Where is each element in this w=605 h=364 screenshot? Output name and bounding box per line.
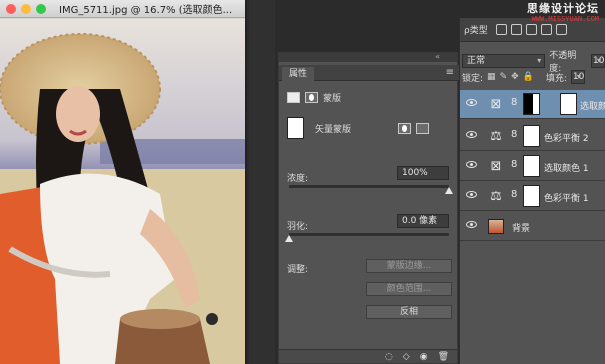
layer-mask-thumbnail[interactable] — [523, 155, 540, 177]
layer-row[interactable]: ⊠ 8 选取颜色 — [460, 90, 605, 119]
layer-mask-thumbnail[interactable] — [523, 93, 540, 115]
layer-name[interactable]: 背景 — [512, 221, 530, 234]
feather-slider[interactable] — [285, 233, 449, 242]
link-chain-icon[interactable]: 8 — [511, 189, 517, 200]
image-icon — [488, 219, 504, 234]
apply-icon[interactable]: ◇ — [403, 352, 410, 362]
blend-mode-select[interactable]: 正常 — [462, 54, 546, 68]
properties-panel: 属性 ≡ 蒙版 矢量蒙版 浓度: 100% 羽化: 0.0 像素 调整: 蒙版边… — [278, 52, 459, 364]
minimize-window-button[interactable] — [21, 3, 31, 14]
document-canvas[interactable] — [0, 19, 245, 364]
lock-pixels-icon[interactable]: ✎ — [500, 72, 508, 82]
mask-type-row: 矢量蒙版 — [287, 117, 451, 139]
visibility-icon[interactable]: ◉ — [420, 352, 428, 362]
vector-mask-add-icon[interactable] — [416, 122, 430, 134]
lock-fill-row: 锁定: ▦ ✎ ✥ 🔒 填充: 10 — [462, 70, 585, 84]
selective-color-icon: ⊠ — [490, 97, 502, 112]
filter-smart-object-icon[interactable] — [555, 24, 567, 35]
filter-adjustment-icon[interactable] — [510, 24, 522, 35]
selective-color-icon: ⊠ — [490, 159, 502, 174]
feather-field[interactable]: 0.0 像素 — [397, 214, 449, 228]
fill-field[interactable]: 10 — [570, 70, 585, 84]
visibility-eye-icon[interactable] — [466, 191, 477, 198]
layer-mask-thumbnail[interactable] — [523, 185, 540, 207]
mask-thumbnail — [287, 117, 304, 139]
watermark-url: WWW.MISSYUAN.COM — [531, 15, 599, 23]
close-window-button[interactable] — [6, 3, 16, 14]
document-title: IMG_5711.jpg @ 16.7% (选取颜色... — [59, 5, 233, 16]
visibility-eye-icon[interactable] — [466, 131, 477, 138]
layer-row[interactable]: ⚖ 8 色彩平衡 2 — [460, 122, 605, 151]
properties-collapse-bar[interactable]: « — [278, 52, 458, 62]
lock-transparent-icon[interactable]: ▦ — [487, 72, 496, 82]
link-chain-icon[interactable]: 8 — [511, 97, 517, 108]
layer-vector-mask-thumbnail[interactable] — [560, 93, 577, 115]
trash-icon[interactable]: 🗑 — [438, 352, 449, 362]
opacity-field[interactable]: 10 — [591, 54, 605, 68]
tab-properties[interactable]: 属性 — [282, 67, 314, 81]
workspace-gap — [249, 0, 275, 364]
layer-name[interactable]: 选取颜色 — [580, 99, 605, 112]
balance-icon: ⚖ — [490, 129, 502, 144]
visibility-eye-icon[interactable] — [466, 99, 477, 106]
lock-all-icon[interactable]: 🔒 — [523, 72, 534, 82]
link-chain-icon[interactable]: 8 — [511, 129, 517, 140]
watermark-brand: 思缘设计论坛 — [527, 2, 599, 15]
balance-icon: ⚖ — [490, 189, 502, 204]
density-slider-handle[interactable] — [445, 187, 453, 194]
properties-footer: ◌ ◇ ◉ 🗑 — [279, 349, 457, 363]
feather-slider-handle[interactable] — [285, 235, 293, 242]
layer-filter-kind[interactable]: ρ类型 — [464, 23, 488, 36]
visibility-eye-icon[interactable] — [466, 161, 477, 168]
mask-edge-button[interactable]: 蒙版边缘... — [366, 259, 452, 273]
filter-pixel-icon[interactable] — [495, 24, 507, 35]
fill-label: 填充: — [545, 73, 567, 84]
layers-panel: ρ类型 正常 不透明度: 10 锁定: ▦ ✎ ✥ 🔒 填充: 10 ⊠ 8 选… — [459, 18, 605, 364]
vector-mask-icon[interactable] — [305, 92, 318, 103]
watermark: 思缘设计论坛 WWW.MISSYUAN.COM — [527, 3, 599, 25]
lock-label: 锁定: — [462, 73, 484, 84]
feather-label: 羽化: — [287, 222, 309, 232]
density-field[interactable]: 100% — [397, 166, 449, 180]
pixel-mask-icon[interactable] — [287, 92, 300, 103]
layer-mask-thumbnail[interactable] — [523, 125, 540, 147]
layer-name[interactable]: 色彩平衡 1 — [544, 191, 589, 204]
selection-icon[interactable]: ◌ — [385, 352, 393, 362]
mask-type-label: 矢量蒙版 — [315, 124, 352, 135]
layer-row[interactable]: ⊠ 8 选取颜色 1 — [460, 152, 605, 181]
properties-tab-bar: 属性 ≡ — [279, 65, 459, 81]
document-window: IMG_5711.jpg @ 16.7% (选取颜色... — [0, 0, 247, 364]
filter-shape-icon[interactable] — [540, 24, 552, 35]
invert-button[interactable]: 反相 — [366, 305, 452, 319]
adjust-label: 调整: — [287, 265, 309, 275]
zoom-window-button[interactable] — [36, 3, 46, 14]
color-range-button[interactable]: 颜色范围... — [366, 282, 452, 296]
select-mask-icon[interactable] — [398, 122, 412, 134]
document-titlebar[interactable]: IMG_5711.jpg @ 16.7% (选取颜色... — [0, 0, 245, 18]
link-chain-icon[interactable]: 8 — [511, 159, 517, 170]
lock-position-icon[interactable]: ✥ — [511, 72, 519, 82]
layer-name[interactable]: 选取颜色 1 — [544, 161, 589, 174]
panel-menu-icon[interactable]: ≡ — [446, 67, 454, 78]
filter-type-icon[interactable] — [525, 24, 537, 35]
layer-row[interactable]: 背景 — [460, 212, 605, 241]
visibility-eye-icon[interactable] — [466, 221, 477, 228]
mask-section-header: 蒙版 — [287, 91, 341, 104]
section-title: 蒙版 — [323, 94, 342, 104]
photo-image — [0, 19, 245, 364]
layer-name[interactable]: 色彩平衡 2 — [544, 131, 589, 144]
density-slider[interactable] — [289, 185, 453, 194]
layer-row[interactable]: ⚖ 8 色彩平衡 1 — [460, 182, 605, 211]
density-label: 浓度: — [287, 174, 309, 184]
